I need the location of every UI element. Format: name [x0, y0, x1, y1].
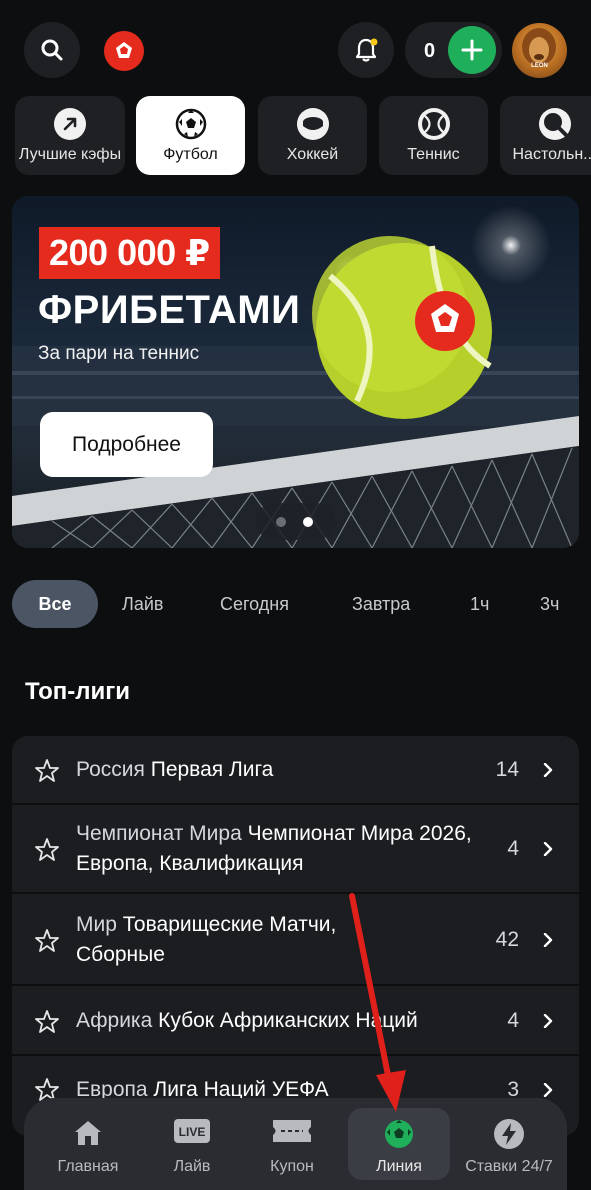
nav-live[interactable]: LIVE Лайв: [142, 1098, 242, 1190]
nav-label: Ставки 24/7: [465, 1158, 553, 1175]
league-name: Россия Первая Лига: [76, 755, 476, 785]
filter-tomorrow[interactable]: Завтра: [352, 580, 410, 628]
tennis-ball-icon: [417, 108, 450, 140]
section-title: Топ-лиги: [25, 678, 131, 705]
bell-icon: [355, 38, 378, 62]
nav-home[interactable]: Главная: [34, 1098, 142, 1190]
live-badge-text: LIVE: [179, 1125, 206, 1139]
filter-live[interactable]: Лайв: [122, 580, 163, 628]
league-title: Первая Лига: [150, 758, 274, 781]
ticket-icon: [273, 1120, 311, 1142]
brand-logo-icon[interactable]: [103, 30, 145, 72]
sport-label: Лучшие кэфы: [18, 146, 122, 163]
table-tennis-icon: [538, 108, 571, 140]
league-event-count: 4: [507, 1009, 519, 1032]
nav-coupon[interactable]: Купон: [242, 1098, 342, 1190]
plus-icon: [461, 39, 483, 61]
soccer-ball-icon: [385, 1120, 413, 1148]
sport-label: Настольн...: [512, 146, 591, 163]
lightning-icon: [494, 1119, 524, 1149]
top-leagues-list: Россия Первая Лига 14 Чемпионат Мира Чем…: [12, 736, 579, 1136]
promo-banner[interactable]: 200 000 ₽ ФРИБЕТАМИ За пари на теннис По…: [12, 196, 579, 548]
league-row[interactable]: Чемпионат Мира Чемпионат Мира 2026, Евро…: [12, 805, 579, 894]
nav-line-active[interactable]: Линия: [348, 1108, 450, 1180]
promo-amount-badge: 200 000 ₽: [39, 227, 220, 279]
chevron-right-icon: [543, 1014, 553, 1028]
league-row[interactable]: Россия Первая Лига 14: [12, 736, 579, 805]
league-event-count: 42: [495, 928, 519, 951]
league-event-count: 14: [495, 758, 519, 781]
sport-tennis[interactable]: Теннис: [379, 96, 488, 175]
filter-3h[interactable]: 3ч: [540, 580, 559, 628]
sport-table-tennis[interactable]: Настольн...: [500, 96, 591, 175]
avatar-tag: LEON: [531, 63, 548, 69]
league-country: Чемпионат Мира: [76, 822, 242, 845]
carousel-pagination: [256, 503, 335, 540]
league-country: Африка: [76, 1009, 153, 1032]
carousel-dot-1[interactable]: [276, 517, 286, 527]
league-name: Африка Кубок Африканских Наций: [76, 1006, 476, 1036]
top-header: 0 LEON: [0, 0, 591, 92]
league-event-count: 4: [507, 837, 519, 860]
chevron-right-icon: [543, 933, 553, 947]
promo-title: ФРИБЕТАМИ: [38, 288, 301, 332]
star-icon[interactable]: [34, 758, 60, 784]
nav-label: Лайв: [173, 1158, 211, 1175]
star-icon[interactable]: [34, 837, 60, 863]
league-title: Кубок Африканских Наций: [158, 1009, 418, 1032]
filter-1h[interactable]: 1ч: [470, 580, 489, 628]
nav-label: Главная: [57, 1158, 119, 1175]
league-row[interactable]: Мир Товарищеские Матчи, Сборные 42: [12, 894, 579, 986]
deposit-button[interactable]: [448, 26, 496, 74]
balance-pill[interactable]: 0: [405, 22, 502, 78]
filter-today[interactable]: Сегодня: [220, 580, 289, 628]
arrow-up-right-icon: [54, 108, 86, 140]
soccer-ball-icon: [175, 108, 207, 140]
chevron-right-icon: [543, 763, 553, 777]
home-icon: [75, 1121, 101, 1145]
sport-label: Теннис: [407, 146, 460, 163]
sport-hockey[interactable]: Хоккей: [258, 96, 367, 175]
sport-best-odds[interactable]: Лучшие кэфы: [15, 96, 125, 175]
nav-label: Линия: [376, 1158, 422, 1175]
league-row[interactable]: Африка Кубок Африканских Наций 4: [12, 986, 579, 1056]
sport-label: Футбол: [163, 146, 218, 163]
lion-avatar-icon: [522, 28, 556, 66]
avatar[interactable]: LEON: [512, 23, 567, 78]
live-icon: LIVE: [174, 1119, 210, 1143]
carousel-dot-2-active[interactable]: [303, 517, 313, 527]
search-button[interactable]: [24, 22, 80, 78]
bottom-navigation: Главная LIVE Лайв Купон Линия Ставки 24/…: [24, 1098, 567, 1190]
sport-label: Хоккей: [286, 146, 339, 163]
hockey-puck-icon: [296, 108, 329, 140]
nav-label: Купон: [270, 1158, 314, 1175]
promo-subtitle: За пари на теннис: [38, 343, 200, 364]
sports-category-bar: Лучшие кэфы Футбол Хоккей Теннис Настоль…: [0, 96, 591, 176]
notifications-button[interactable]: [338, 22, 394, 78]
nav-bets-24-7[interactable]: Ставки 24/7: [454, 1098, 564, 1190]
star-icon[interactable]: [34, 1009, 60, 1035]
sport-football[interactable]: Футбол: [136, 96, 245, 175]
league-name: Мир Товарищеские Матчи, Сборные: [76, 910, 386, 970]
chevron-right-icon: [543, 842, 553, 856]
balance-amount: 0: [424, 40, 436, 62]
time-filter-tabs: Все Лайв Сегодня Завтра 1ч 3ч: [0, 580, 591, 628]
chevron-right-icon: [543, 1083, 553, 1097]
star-icon[interactable]: [34, 928, 60, 954]
promo-details-button[interactable]: Подробнее: [40, 412, 213, 477]
search-icon: [41, 39, 63, 61]
league-country: Мир: [76, 913, 117, 936]
league-country: Россия: [76, 758, 145, 781]
league-name: Чемпионат Мира Чемпионат Мира 2026, Евро…: [76, 819, 476, 879]
filter-all[interactable]: Все: [12, 580, 98, 628]
